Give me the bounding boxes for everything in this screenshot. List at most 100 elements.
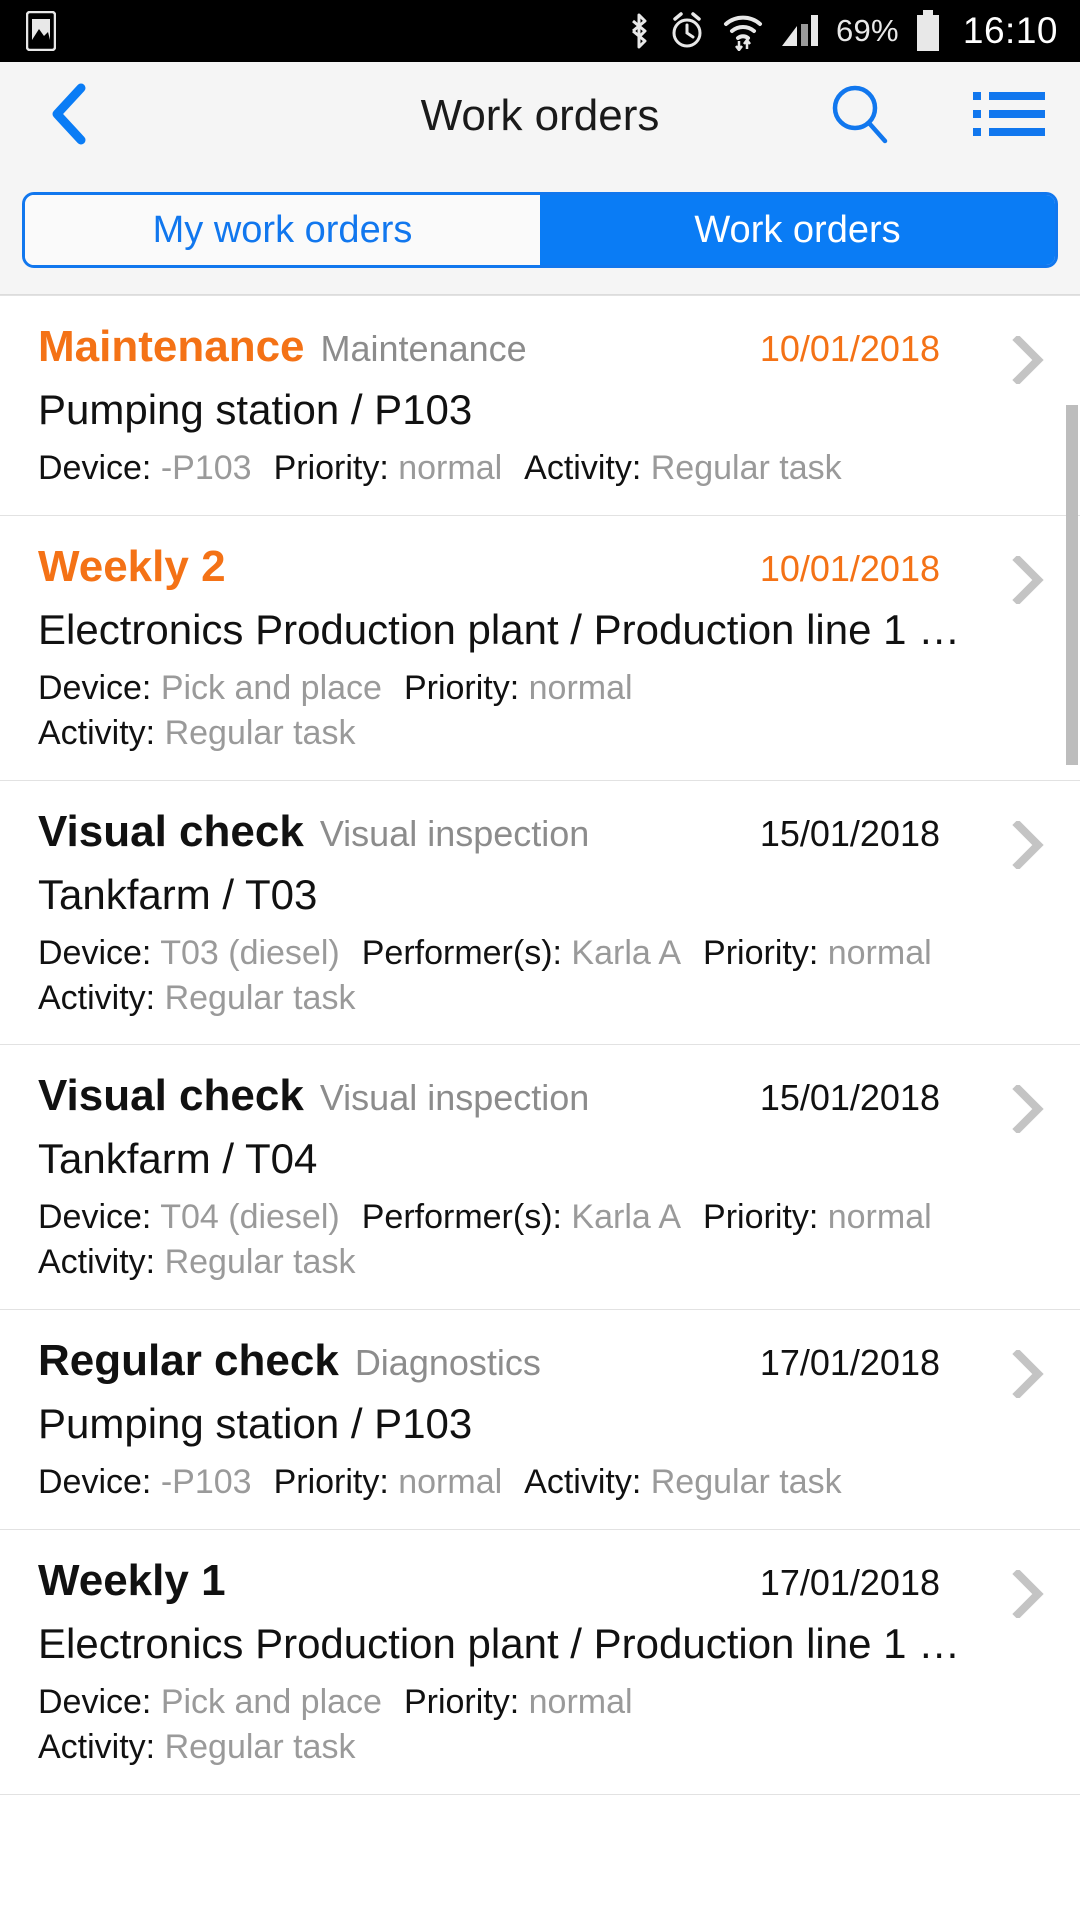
detail-label: Activity: (38, 1727, 156, 1766)
detail-label: Priority: (403, 1683, 520, 1721)
detail-field: Performer(s): Karla A (362, 934, 681, 972)
work-order-date: 17/01/2018 (759, 1562, 940, 1603)
chevron-right-icon[interactable] (1012, 1083, 1046, 1136)
detail-field: Activity: Regular task (524, 449, 841, 487)
work-order-row-header: Regular check Diagnostics 17/01/2018 (38, 1336, 1050, 1386)
detail-field: Priority: normal (404, 1683, 633, 1721)
detail-value: normal (519, 1683, 633, 1721)
work-order-detail-line: Activity: Regular task (38, 711, 990, 756)
chevron-right-icon[interactable] (1012, 1348, 1046, 1400)
work-order-date: 15/01/2018 (759, 812, 940, 854)
tab-my-work-orders-label: My work orders (152, 209, 413, 251)
detail-value: normal (818, 933, 932, 972)
work-order-row[interactable]: Weekly 2 10/01/2018 Electronics Production… (0, 516, 1080, 781)
detail-field: Device: Pick and place (38, 669, 382, 707)
work-order-row[interactable]: Weekly 1 17/01/2018 Electronics Production… (0, 1530, 1080, 1795)
status-bar-right: 69% 16:10 (626, 10, 1058, 52)
chevron-right-icon[interactable] (1012, 818, 1046, 871)
work-order-location: Pumping station / P103 (38, 1400, 473, 1448)
work-order-row[interactable]: Maintenance Maintenance 10/01/2018 Pumping … (0, 295, 1080, 516)
header-actions (822, 79, 1046, 153)
detail-field: Priority: normal (404, 669, 633, 707)
detail-field: Device: T03 (diesel) (38, 934, 340, 972)
detail-value: T03 (diesel) (151, 933, 340, 972)
detail-label: Performer(s): (361, 1198, 562, 1237)
detail-value: Regular task (155, 1727, 356, 1766)
work-order-row[interactable]: Visual check Visual inspection 15/01/2018 T… (0, 781, 1080, 1046)
detail-label: Priority: (273, 449, 389, 487)
detail-value: Pick and place (151, 668, 382, 707)
tab-my-work-orders[interactable]: My work orders (25, 195, 540, 265)
work-order-details: Device: -P103 Priority: normal Activity: R… (38, 446, 1050, 491)
work-order-details: Device: -P103 Priority: normal Activity: R… (38, 1460, 1050, 1505)
work-order-detail-line: Device: Pick and place Priority: normal (38, 1680, 990, 1725)
detail-value: Regular task (155, 713, 356, 752)
battery-percent: 69% (835, 13, 899, 48)
detail-field: Priority: normal (274, 1463, 503, 1501)
detail-label: Priority: (703, 933, 819, 972)
work-order-row[interactable]: Visual check Visual inspection 15/01/2018 T… (0, 1045, 1080, 1311)
work-order-subtitle: Visual inspection (319, 1077, 590, 1119)
work-order-list[interactable]: Maintenance Maintenance 10/01/2018 Pumping … (0, 295, 1080, 1920)
detail-field: Priority: normal (703, 934, 932, 972)
detail-label: Activity: (38, 713, 156, 752)
work-order-details: Device: T04 (diesel) Performer(s): Karla … (38, 1195, 1050, 1285)
work-order-title: Weekly 2 (38, 541, 226, 591)
work-order-subtitle: Diagnostics (354, 1342, 541, 1384)
detail-field: Device: Pick and place (38, 1683, 382, 1721)
chevron-right-icon[interactable] (1012, 554, 1046, 606)
work-order-row-header: Visual check Visual inspection 15/01/2018 (38, 1071, 1050, 1121)
chevron-right-icon[interactable] (1012, 334, 1046, 386)
vertical-scrollbar[interactable] (1066, 405, 1078, 765)
work-order-title: Weekly 1 (38, 1556, 226, 1605)
detail-value: Karla A (561, 933, 682, 972)
work-order-row-header: Weekly 2 10/01/2018 (38, 542, 1050, 592)
detail-field: Device: -P103 (38, 449, 252, 487)
work-order-row[interactable]: Regular check Diagnostics 17/01/2018 Pumpin… (0, 1310, 1080, 1530)
detail-value: Regular task (641, 449, 842, 487)
work-order-date: 10/01/2018 (759, 328, 940, 369)
search-button[interactable] (822, 79, 896, 153)
detail-field: Device: -P103 (38, 1463, 252, 1501)
work-order-date: 10/01/2018 (759, 547, 940, 589)
wifi-icon (722, 11, 764, 51)
status-bar: 69% 16:10 (0, 0, 1080, 62)
work-order-row-header: Maintenance Maintenance 10/01/2018 (38, 322, 1050, 372)
detail-field: Activity: Regular task (38, 1728, 355, 1766)
detail-value: Regular task (155, 1243, 356, 1282)
status-bar-clock: 16:10 (962, 10, 1058, 51)
detail-label: Activity: (524, 1463, 642, 1502)
detail-field: Activity: Regular task (38, 979, 355, 1017)
segmented-control: My work orders Work orders (22, 192, 1058, 268)
search-icon (828, 83, 890, 150)
detail-field: Activity: Regular task (38, 1243, 355, 1281)
menu-button[interactable] (972, 79, 1046, 153)
detail-field: Device: T04 (diesel) (38, 1198, 340, 1236)
work-order-detail-line: Activity: Regular task (38, 1240, 990, 1285)
detail-field: Activity: Regular task (38, 714, 355, 752)
detail-value: normal (519, 668, 633, 707)
work-order-location: Electronics Production plant / Productio… (38, 605, 961, 653)
detail-field: Priority: normal (703, 1198, 932, 1236)
work-order-title: Visual check (38, 1071, 304, 1121)
work-order-subtitle: Visual inspection (319, 812, 590, 854)
detail-label: Device: (38, 1198, 152, 1237)
work-order-title: Maintenance (38, 322, 305, 371)
tab-work-orders[interactable]: Work orders (540, 195, 1055, 265)
work-order-location: Pumping station / P103 (38, 386, 473, 433)
work-order-detail-line: Device: T03 (diesel) Performer(s): Karla … (38, 931, 990, 976)
detail-value: normal (388, 449, 503, 487)
chevron-right-icon[interactable] (1012, 1568, 1046, 1620)
work-order-title: Regular check (38, 1336, 339, 1386)
work-order-detail-line: Device: -P103 Priority: normal Activity: R… (38, 1460, 990, 1505)
work-order-details: Device: Pick and place Priority: normal Ac… (38, 1680, 1050, 1770)
work-order-location: Electronics Production plant / Productio… (38, 1620, 961, 1667)
detail-value: -P103 (151, 449, 252, 487)
work-order-row-header: Weekly 1 17/01/2018 (38, 1556, 1050, 1606)
list-menu-icon (973, 86, 1045, 147)
status-bar-left (26, 11, 626, 51)
detail-value: T04 (diesel) (151, 1198, 340, 1237)
detail-value: Karla A (561, 1198, 682, 1237)
back-button[interactable] (34, 81, 104, 151)
app-header: Work orders (0, 62, 1080, 170)
